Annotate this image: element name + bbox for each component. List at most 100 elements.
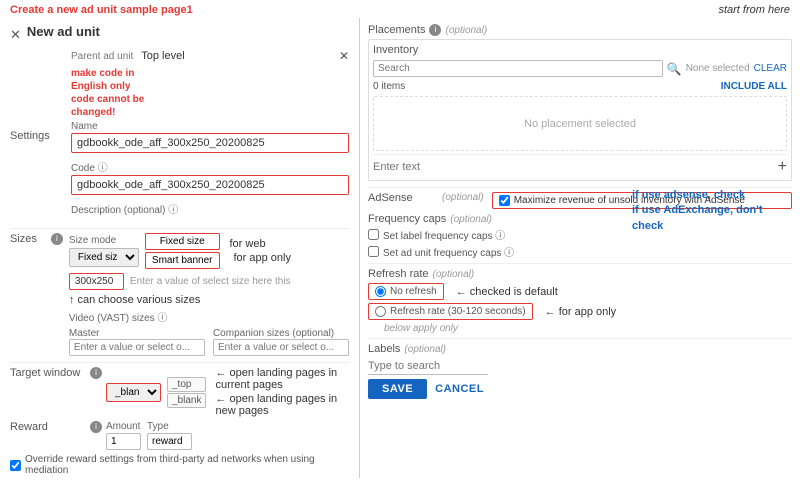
desc-label: Description (optional) ⓘ bbox=[71, 201, 349, 216]
blank-option-blank[interactable]: _blank bbox=[167, 393, 206, 408]
labels-optional: (optional) bbox=[404, 344, 446, 355]
size-mode-row: Size mode Fixed size Fixed size Smart ba… bbox=[69, 233, 349, 269]
desc-field-group: Description (optional) ⓘ bbox=[71, 201, 349, 216]
refresh-rate-radio[interactable] bbox=[375, 306, 386, 317]
inventory-search-row: 🔍 None selected CLEAR bbox=[373, 60, 787, 77]
no-refresh-radio[interactable] bbox=[375, 286, 386, 297]
parent-ad-value: Top level bbox=[141, 50, 339, 62]
master-col: Master bbox=[69, 328, 205, 356]
placements-info-icon[interactable]: i bbox=[429, 24, 441, 36]
annotation-make-code: make code in English only code cannot be… bbox=[71, 67, 349, 119]
labels-title: Labels (optional) bbox=[368, 343, 792, 355]
close-icon[interactable]: ✕ bbox=[10, 27, 21, 43]
target-info-icon[interactable]: i bbox=[90, 367, 102, 379]
top-right-annotation: start from here bbox=[718, 4, 790, 16]
parent-ad-clear[interactable]: ✕ bbox=[339, 49, 349, 63]
refresh-rate-border: Refresh rate (30-120 seconds) bbox=[368, 303, 533, 320]
labels-search-input[interactable] bbox=[368, 358, 488, 375]
companion-label: Companion sizes (optional) bbox=[213, 328, 349, 339]
target-window-row: Target window i _blank _top _top _blank bbox=[10, 367, 349, 417]
adsense-checkbox[interactable] bbox=[499, 195, 510, 206]
parent-ad-row: Parent ad unit Top level ✕ bbox=[71, 49, 349, 63]
sizes-section: Sizes i Size mode Fixed size Fixed size bbox=[10, 228, 349, 360]
top-bar: Create a new ad unit sample page1 start … bbox=[0, 0, 800, 18]
left-panel: ✕ New ad unit Settings Parent ad unit To… bbox=[0, 18, 360, 478]
below-app-only: below apply only bbox=[384, 323, 792, 334]
freq-cb2-row: Set ad unit frequency caps ⓘ bbox=[368, 244, 792, 259]
none-selected-label: None selected bbox=[686, 63, 750, 74]
placements-optional: (optional) bbox=[445, 25, 487, 36]
master-label: Master bbox=[69, 328, 205, 339]
plus-button[interactable]: + bbox=[778, 158, 787, 176]
override-label: Override reward settings from third-part… bbox=[25, 454, 349, 476]
no-placement-box: No placement selected bbox=[373, 96, 787, 151]
adsense-optional: (optional) bbox=[442, 192, 484, 203]
video-col: Video (VAST) sizes ⓘ bbox=[69, 309, 349, 324]
include-all-button[interactable]: INCLUDE ALL bbox=[721, 81, 787, 92]
type-label: Type bbox=[147, 421, 192, 432]
target-content: _blank _top _top _blank ← open landing p… bbox=[106, 367, 349, 417]
amount-label: Amount bbox=[106, 421, 141, 432]
no-refresh-border: No refresh bbox=[368, 283, 444, 300]
vma-row: Video (VAST) sizes ⓘ bbox=[69, 309, 349, 324]
adsense-annotation: if use adsense, check if use AdExchange,… bbox=[632, 188, 792, 234]
sizes-info-icon[interactable]: i bbox=[51, 233, 63, 245]
refresh-rate-row: Refresh rate (30-120 seconds) ← for app … bbox=[368, 303, 792, 320]
main-layout: ✕ New ad unit Settings Parent ad unit To… bbox=[0, 18, 800, 478]
size-value-input[interactable] bbox=[69, 273, 124, 290]
freq-label-text: Set label frequency caps ⓘ bbox=[383, 227, 505, 242]
type-input[interactable] bbox=[147, 433, 192, 450]
freq-adunit-text: Set ad unit frequency caps ⓘ bbox=[383, 244, 514, 259]
no-refresh-label: No refresh bbox=[390, 286, 437, 297]
save-cancel-row: SAVE CANCEL bbox=[368, 379, 792, 399]
size-mode-label: Size mode bbox=[69, 235, 139, 246]
enter-text-input[interactable] bbox=[373, 161, 778, 173]
freq-optional: (optional) bbox=[450, 214, 492, 225]
blank-option-top[interactable]: _top bbox=[167, 377, 206, 392]
code-field-group: Code ⓘ bbox=[71, 159, 349, 195]
search-icon: 🔍 bbox=[667, 62, 682, 76]
placements-section: Placements i (optional) Inventory 🔍 None… bbox=[368, 24, 792, 181]
inventory-items-row: 0 items INCLUDE ALL bbox=[373, 81, 787, 92]
inventory-box: Inventory 🔍 None selected CLEAR 0 items … bbox=[368, 39, 792, 181]
labels-section: Labels (optional) bbox=[368, 338, 792, 375]
override-checkbox-row: Override reward settings from third-part… bbox=[10, 454, 349, 476]
name-field-group: Name bbox=[71, 121, 349, 153]
code-input[interactable] bbox=[71, 175, 349, 195]
enter-text-row: + bbox=[373, 154, 787, 176]
size-mode-select[interactable]: Fixed size bbox=[69, 248, 139, 267]
parent-ad-label: Parent ad unit bbox=[71, 51, 133, 62]
right-panel: Placements i (optional) Inventory 🔍 None… bbox=[360, 18, 800, 478]
master-input[interactable] bbox=[69, 339, 205, 356]
panel-title: New ad unit bbox=[27, 24, 100, 39]
inventory-title: Inventory bbox=[373, 44, 787, 56]
fixed-size-button[interactable]: Fixed size bbox=[145, 233, 220, 250]
refresh-section: Refresh rate (optional) No refresh ← che… bbox=[368, 263, 792, 334]
no-refresh-row: No refresh ← checked is default bbox=[368, 283, 792, 300]
override-checkbox[interactable] bbox=[10, 460, 21, 471]
reward-content: Amount Type bbox=[106, 421, 192, 450]
annotation-for-web: for web bbox=[230, 238, 291, 250]
refresh-title: Refresh rate (optional) bbox=[368, 268, 792, 280]
amount-input[interactable] bbox=[106, 433, 141, 450]
name-input[interactable] bbox=[71, 133, 349, 153]
master-companion-row: Master Companion sizes (optional) bbox=[69, 328, 349, 356]
size-input-row: Enter a value of select size here this bbox=[69, 273, 349, 290]
annotation-current: ← open landing pages in current pages bbox=[215, 367, 349, 391]
code-label: Code ⓘ bbox=[71, 159, 349, 174]
companion-input[interactable] bbox=[213, 339, 349, 356]
freq-label-checkbox[interactable] bbox=[368, 229, 379, 240]
save-button[interactable]: SAVE bbox=[368, 379, 427, 399]
reward-info-icon[interactable]: i bbox=[90, 421, 102, 433]
target-select[interactable]: _blank _top bbox=[106, 383, 161, 402]
annotation-for-app: for app only bbox=[234, 252, 291, 264]
smart-banner-button[interactable]: Smart banner bbox=[145, 252, 220, 269]
clear-button[interactable]: CLEAR bbox=[754, 63, 787, 74]
freq-adunit-checkbox[interactable] bbox=[368, 246, 379, 257]
refresh-rate-label: Refresh rate (30-120 seconds) bbox=[390, 306, 526, 317]
cancel-button[interactable]: CANCEL bbox=[435, 383, 484, 395]
inventory-search-input[interactable] bbox=[373, 60, 663, 77]
placements-title: Placements i (optional) bbox=[368, 24, 792, 36]
reward-row: Reward i Amount Type bbox=[10, 421, 349, 450]
top-left-annotation: Create a new ad unit sample page1 bbox=[10, 4, 193, 16]
